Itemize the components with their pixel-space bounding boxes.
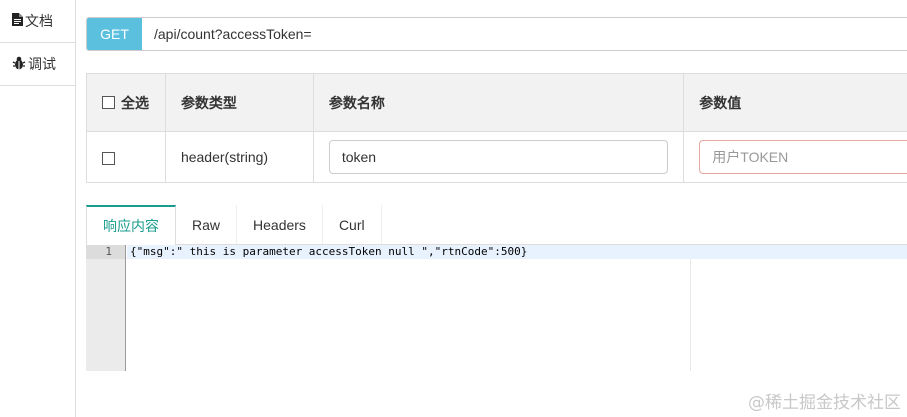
document-icon [12, 13, 25, 29]
editor-gutter: 1 [86, 245, 126, 371]
response-body-line: {"msg":" this is parameter accessToken n… [127, 245, 907, 259]
url-input[interactable]: /api/count?accessToken= [142, 18, 907, 50]
select-all-label: 全选 [121, 94, 149, 111]
param-name-input[interactable]: token [328, 140, 669, 174]
table-row: header(string) token 用户TOKEN [86, 131, 907, 183]
response-tabs: 响应内容 Raw Headers Curl [86, 205, 907, 245]
tab-raw[interactable]: Raw [176, 205, 238, 244]
table-header-row: 全选 参数类型 参数名称 参数值 [86, 73, 907, 132]
http-method-button[interactable]: GET [87, 18, 142, 50]
sidebar-item-debug[interactable]: 调试 [0, 43, 75, 86]
row-checkbox-cell [86, 131, 166, 183]
param-value-input[interactable]: 用户TOKEN [699, 140, 907, 174]
print-margin [690, 245, 691, 371]
parameter-table: 全选 参数类型 参数名称 参数值 header(string) token 用户… [86, 73, 907, 183]
tab-response-content[interactable]: 响应内容 [86, 205, 176, 245]
param-name-cell: token [312, 131, 685, 183]
param-value-cell: 用户TOKEN [683, 131, 907, 183]
row-checkbox[interactable] [102, 151, 115, 165]
bug-icon [12, 56, 28, 73]
response-editor[interactable]: 1 {"msg":" this is parameter accessToken… [86, 245, 907, 371]
sidebar-item-label: 文档 [25, 13, 53, 29]
sidebar: 文档 调试 [0, 0, 76, 417]
request-url-bar: GET /api/count?accessToken= [86, 17, 907, 51]
line-number: 1 [86, 245, 125, 259]
sidebar-item-label: 调试 [28, 56, 56, 72]
select-all-header[interactable]: 全选 [86, 73, 166, 132]
column-header-param-name: 参数名称 [312, 73, 685, 132]
select-all-checkbox[interactable] [102, 96, 115, 109]
tab-curl[interactable]: Curl [323, 205, 382, 244]
column-header-param-value: 参数值 [683, 73, 907, 132]
param-type-cell: header(string) [164, 131, 314, 183]
watermark: @稀土掘金技术社区 [748, 393, 901, 413]
tab-headers[interactable]: Headers [237, 205, 323, 244]
column-header-param-type: 参数类型 [164, 73, 314, 132]
sidebar-item-docs[interactable]: 文档 [0, 0, 75, 43]
